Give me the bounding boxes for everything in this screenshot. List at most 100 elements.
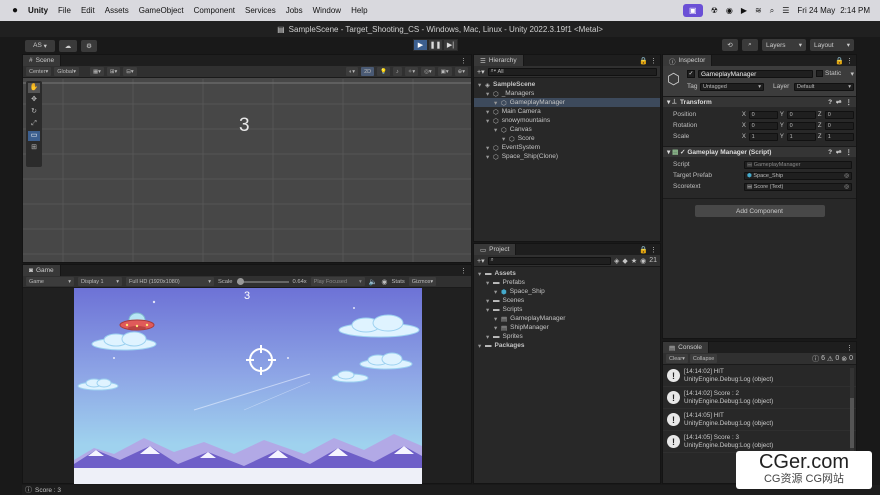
clock-date[interactable]: Fri 24 May — [797, 6, 835, 15]
menu-window[interactable]: Window — [313, 6, 341, 15]
increment-snap[interactable]: ⊟▾ — [123, 67, 137, 76]
rotation-z-field[interactable]: 0 — [824, 121, 854, 130]
menu-gameobject[interactable]: GameObject — [139, 6, 184, 15]
info-count-icon[interactable]: ⓘ — [812, 354, 819, 364]
scene-grid[interactable] — [23, 79, 471, 262]
filter-label-icon[interactable]: ◆ — [622, 257, 627, 265]
axis-z-label[interactable]: Z — [818, 112, 825, 118]
grid-toggle[interactable]: ⊞▾ — [106, 67, 121, 76]
scale-x-field[interactable]: 1 — [748, 132, 778, 141]
help-icon[interactable]: ? — [828, 149, 832, 156]
kebab-menu-icon[interactable]: ⋮ — [460, 57, 467, 65]
axis-x-label[interactable]: X — [742, 112, 749, 118]
resolution-dropdown[interactable]: Full HD (1920x1080) ▾ — [126, 277, 214, 286]
menu-assets[interactable]: Assets — [105, 6, 129, 15]
hierarchy-item[interactable]: ▾ ⬡ Main Camera — [474, 107, 660, 116]
add-button[interactable]: +▾ — [477, 257, 485, 265]
foldout-icon[interactable]: ▾ — [486, 279, 493, 287]
lock-icon[interactable]: 🔒 — [639, 57, 648, 65]
visibility-icon[interactable]: ◉ — [640, 257, 646, 265]
play-button[interactable]: ▶ — [413, 39, 428, 51]
foldout-icon[interactable]: ▾ — [486, 144, 493, 152]
hierarchy-item[interactable]: ▾ ⬡ GameplayManager — [474, 98, 660, 107]
foldout-icon[interactable]: ▾ — [502, 135, 509, 143]
transform-tool-icon[interactable]: ⊞ — [28, 143, 40, 153]
pause-button[interactable]: ❚❚ — [428, 39, 443, 51]
hidden-objects-button[interactable]: ◎▾ — [421, 67, 435, 76]
record-icon[interactable]: ◉ — [726, 6, 733, 15]
console-log-entry[interactable]: ! [14:14:02] HIT UnityEngine.Debug:Log (ob… — [663, 365, 856, 387]
hand-tool-icon[interactable]: ✋ — [28, 83, 40, 93]
stats-button[interactable]: Stats — [392, 279, 405, 285]
audio-mute-icon[interactable]: 🔈 — [369, 278, 378, 286]
layer-dropdown[interactable]: Default ▾ — [794, 83, 854, 91]
object-name-field[interactable]: GameplayManager — [698, 70, 813, 78]
lighting-button[interactable]: 💡 — [377, 67, 390, 76]
console-log-entry[interactable]: ! [14:14:05] Score : 3 UnityEngine.Debug:L… — [663, 431, 856, 453]
position-z-field[interactable]: 0 — [824, 110, 854, 119]
kebab-menu-icon[interactable]: ⋮ — [460, 267, 467, 275]
hierarchy-search[interactable]: ⌕▾ All — [487, 67, 657, 76]
clock-time[interactable]: 2:14 PM — [840, 6, 870, 15]
kebab-menu-icon[interactable]: ⋮ — [650, 246, 657, 254]
scale-tool-icon[interactable]: ⤢ — [28, 119, 40, 129]
search-button[interactable]: ⌕ — [742, 39, 758, 51]
layers-dropdown[interactable]: Layers ▾ — [762, 39, 806, 51]
menu-edit[interactable]: Edit — [81, 6, 95, 15]
object-picker-icon[interactable]: ◎ — [844, 184, 849, 190]
gizmo-eye-icon[interactable]: ◉ — [381, 278, 387, 286]
gizmos-dropdown[interactable]: Gizmos ▾ — [408, 277, 437, 286]
rect-tool-icon[interactable]: ▭ — [28, 131, 40, 141]
cloud-button[interactable]: ☁ — [59, 39, 77, 52]
radiation-icon[interactable]: ☢ — [711, 6, 718, 15]
foldout-icon[interactable]: ▾ — [478, 342, 485, 350]
tag-dropdown[interactable]: Untagged ▾ — [700, 83, 764, 91]
position-y-field[interactable]: 0 — [786, 110, 816, 119]
scale-y-field[interactable]: 1 — [786, 132, 816, 141]
hierarchy-item[interactable]: ▾ ⬡ EventSystem — [474, 143, 660, 152]
menu-help[interactable]: Help — [351, 6, 367, 15]
rotation-y-field[interactable]: 0 — [786, 121, 816, 130]
account-dropdown[interactable]: AS ▾ — [25, 39, 55, 52]
layout-dropdown[interactable]: Layout ▾ — [810, 39, 854, 51]
history-button[interactable]: ⟲ — [722, 39, 738, 51]
axis-z-label[interactable]: Z — [818, 123, 825, 129]
star-icon[interactable]: ★ — [631, 257, 637, 265]
apple-icon[interactable]: ● — [12, 5, 18, 16]
game-mode-dropdown[interactable]: Game ▾ — [26, 277, 74, 286]
foldout-icon[interactable]: ▾ — [494, 315, 501, 323]
game-viewport[interactable]: 3 — [74, 288, 422, 484]
scale-slider[interactable] — [236, 277, 289, 285]
filter-type-icon[interactable]: ◈ — [614, 257, 619, 265]
display-dropdown[interactable]: Display 1 ▾ — [78, 277, 122, 286]
collab-button[interactable]: ⚙ — [81, 39, 97, 52]
position-x-field[interactable]: 0 — [748, 110, 778, 119]
project-item[interactable]: ▾ ▤ GameplayManager — [474, 314, 660, 323]
hierarchy-item[interactable]: ▾ ⬡ snowymountains — [474, 116, 660, 125]
project-item[interactable]: ▾ ▬ Sprites — [474, 332, 660, 341]
control-center-icon[interactable]: ☰ — [782, 6, 789, 15]
menu-services[interactable]: Services — [245, 6, 276, 15]
kebab-menu-icon[interactable]: ⋮ — [650, 57, 657, 65]
shading-mode-button[interactable]: ◐▾ — [345, 67, 359, 76]
preset-icon[interactable]: ⇌ — [836, 148, 841, 156]
tab-console[interactable]: ▤ Console — [663, 342, 710, 353]
effects-button[interactable]: ✧▾ — [404, 67, 419, 76]
foldout-icon[interactable]: ▾ — [494, 324, 501, 332]
foldout-icon[interactable]: ▾ — [494, 126, 501, 134]
hierarchy-item[interactable]: ▾ ⬡ Canvas — [474, 125, 660, 134]
kebab-menu-icon[interactable]: ⋮ — [846, 98, 853, 106]
foldout-icon[interactable]: ▾ — [486, 108, 493, 116]
kebab-menu-icon[interactable]: ⋮ — [846, 57, 853, 65]
project-item[interactable]: ▾ ▬ Prefabs — [474, 278, 660, 287]
preset-icon[interactable]: ⇌ — [836, 98, 841, 106]
foldout-icon[interactable]: ▾ — [478, 81, 485, 89]
foldout-icon[interactable]: ▾ — [486, 117, 493, 125]
enabled-checkbox[interactable]: ✓ — [680, 148, 685, 156]
project-item[interactable]: ▾ ▬ Assets — [474, 269, 660, 278]
foldout-icon[interactable]: ▾ — [494, 99, 501, 107]
project-item[interactable]: ▾ ▬ Packages — [474, 341, 660, 350]
camera-button[interactable]: ▣▾ — [437, 67, 452, 76]
foldout-icon[interactable]: ▾ — [478, 270, 485, 278]
transform-header[interactable]: ▾ ⟂ Transform ? ⇌ ⋮ — [663, 96, 856, 107]
